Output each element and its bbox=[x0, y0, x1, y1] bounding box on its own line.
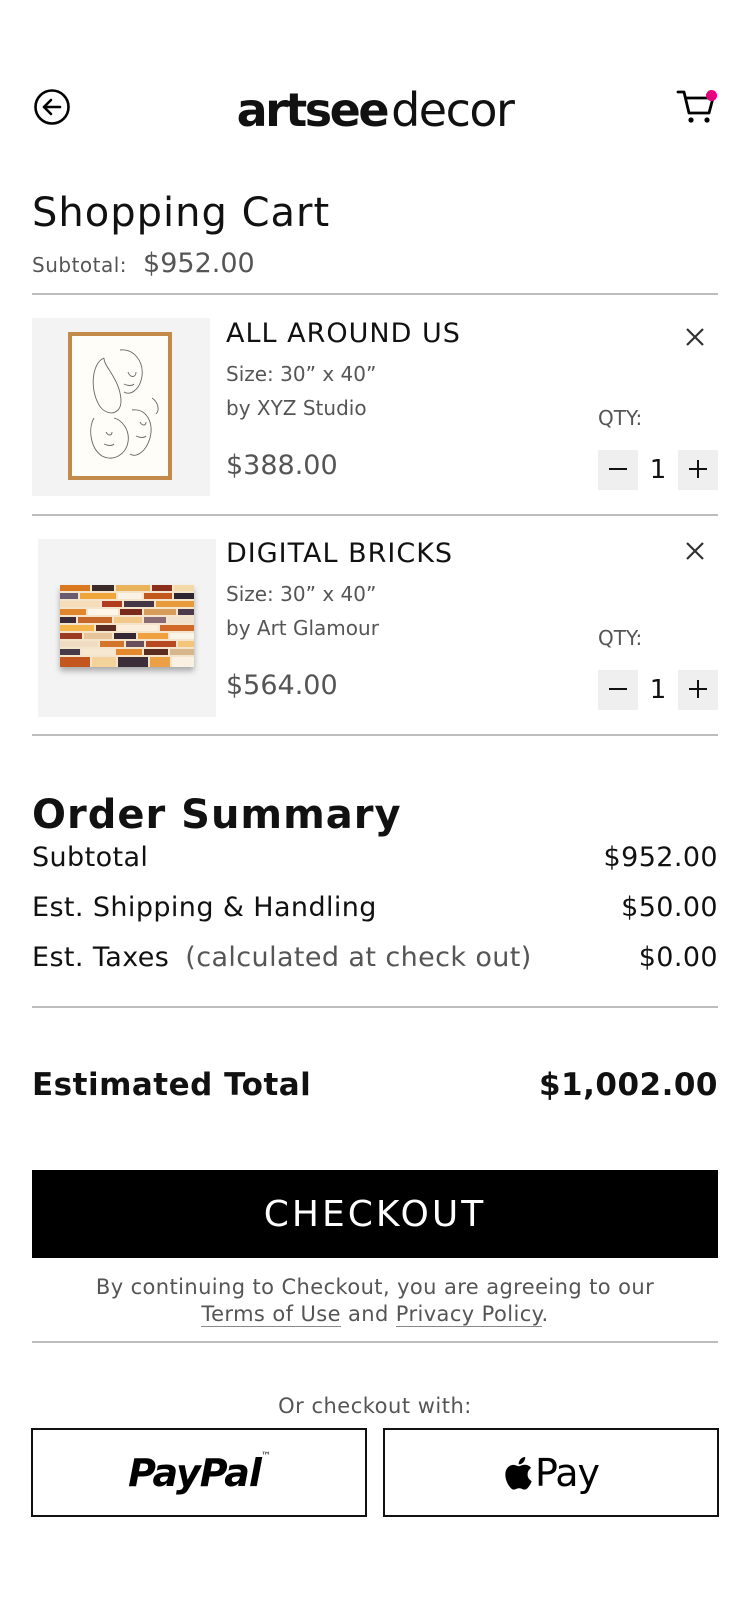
page-title: Shopping Cart bbox=[32, 190, 331, 236]
apple-pay-logo: Pay bbox=[503, 1450, 600, 1495]
alt-checkout-label: Or checkout with: bbox=[278, 1394, 472, 1418]
qty-increase-button[interactable] bbox=[678, 670, 718, 710]
summary-value: $952.00 bbox=[603, 842, 718, 873]
summary-row-shipping: Est. Shipping & Handling $50.00 bbox=[32, 892, 718, 923]
cart-subtotal: Subtotal: $952.00 bbox=[32, 248, 255, 279]
brand-logo[interactable]: artseedecor bbox=[0, 80, 750, 140]
apple-pay-button[interactable]: Pay bbox=[383, 1428, 719, 1517]
product-size: Size: 30” x 40” bbox=[226, 582, 377, 606]
qty-decrease-button[interactable] bbox=[598, 670, 638, 710]
qty-label: QTY: bbox=[598, 626, 643, 650]
estimated-total-label: Estimated Total bbox=[32, 1067, 312, 1103]
brick-pattern-print-image bbox=[60, 585, 194, 667]
line-art-print-image bbox=[68, 332, 172, 480]
subtotal-value: $952.00 bbox=[143, 248, 255, 279]
remove-item-button[interactable] bbox=[684, 326, 706, 350]
estimated-total-row: Estimated Total $1,002.00 bbox=[32, 1067, 718, 1103]
close-icon bbox=[686, 328, 704, 346]
product-thumbnail[interactable] bbox=[32, 318, 210, 496]
paypal-logo: PayPal™ bbox=[128, 1450, 271, 1495]
qty-increase-button[interactable] bbox=[678, 450, 718, 490]
summary-label: Subtotal bbox=[32, 842, 149, 873]
legal-and: and bbox=[347, 1302, 389, 1326]
summary-label: Est. Shipping & Handling bbox=[32, 892, 377, 923]
qty-value: 1 bbox=[649, 675, 667, 705]
product-size: Size: 30” x 40” bbox=[226, 362, 377, 386]
apple-pay-label: Pay bbox=[535, 1450, 600, 1495]
paypal-wordmark: PayPal bbox=[128, 1450, 262, 1495]
divider bbox=[32, 1341, 718, 1343]
order-summary-title: Order Summary bbox=[32, 792, 402, 838]
minus-icon bbox=[609, 687, 627, 690]
plus-icon bbox=[689, 459, 707, 478]
close-icon bbox=[686, 542, 704, 560]
divider bbox=[32, 1006, 718, 1008]
minus-icon bbox=[609, 467, 627, 470]
logo-bold-text: artsee bbox=[236, 83, 390, 137]
summary-row-subtotal: Subtotal $952.00 bbox=[32, 842, 718, 873]
summary-value: $0.00 bbox=[638, 942, 718, 973]
product-artist: by Art Glamour bbox=[226, 616, 379, 640]
product-thumbnail[interactable] bbox=[38, 539, 216, 717]
paypal-button[interactable]: PayPal™ bbox=[31, 1428, 367, 1517]
product-price: $388.00 bbox=[226, 450, 338, 481]
privacy-policy-link[interactable]: Privacy Policy bbox=[395, 1302, 542, 1327]
legal-notice: By continuing to Checkout, you are agree… bbox=[32, 1274, 718, 1328]
product-name[interactable]: DIGITAL BRICKS bbox=[226, 538, 453, 569]
qty-value: 1 bbox=[649, 455, 667, 485]
summary-label: Est. Taxes bbox=[32, 942, 170, 973]
plus-icon bbox=[689, 679, 707, 698]
summary-value: $50.00 bbox=[621, 892, 718, 923]
estimated-total-value: $1,002.00 bbox=[538, 1067, 718, 1103]
cart-item: ALL AROUND US Size: 30” x 40” by XYZ Stu… bbox=[32, 318, 718, 496]
divider bbox=[32, 293, 718, 295]
subtotal-label: Subtotal: bbox=[32, 253, 128, 277]
checkout-button[interactable]: CHECKOUT bbox=[32, 1170, 718, 1258]
product-price: $564.00 bbox=[226, 670, 338, 701]
cart-item: DIGITAL BRICKS Size: 30” x 40” by Art Gl… bbox=[32, 538, 718, 717]
cart-notification-dot bbox=[706, 90, 717, 101]
paypal-trademark: ™ bbox=[260, 1450, 271, 1462]
legal-suffix: . bbox=[541, 1302, 549, 1326]
summary-row-taxes: Est. Taxes (calculated at check out) $0.0… bbox=[32, 942, 718, 973]
terms-of-use-link[interactable]: Terms of Use bbox=[201, 1302, 341, 1327]
summary-note: (calculated at check out) bbox=[185, 942, 532, 973]
qty-decrease-button[interactable] bbox=[598, 450, 638, 490]
apple-logo-icon bbox=[505, 1456, 532, 1490]
product-artist: by XYZ Studio bbox=[226, 396, 367, 420]
divider bbox=[32, 734, 718, 736]
remove-item-button[interactable] bbox=[684, 540, 706, 564]
divider bbox=[32, 514, 718, 516]
logo-light-text: decor bbox=[391, 83, 515, 137]
legal-prefix: By continuing to Checkout, you are agree… bbox=[95, 1275, 655, 1299]
qty-label: QTY: bbox=[598, 406, 643, 430]
product-name[interactable]: ALL AROUND US bbox=[226, 318, 461, 349]
header: artseedecor bbox=[0, 78, 750, 142]
